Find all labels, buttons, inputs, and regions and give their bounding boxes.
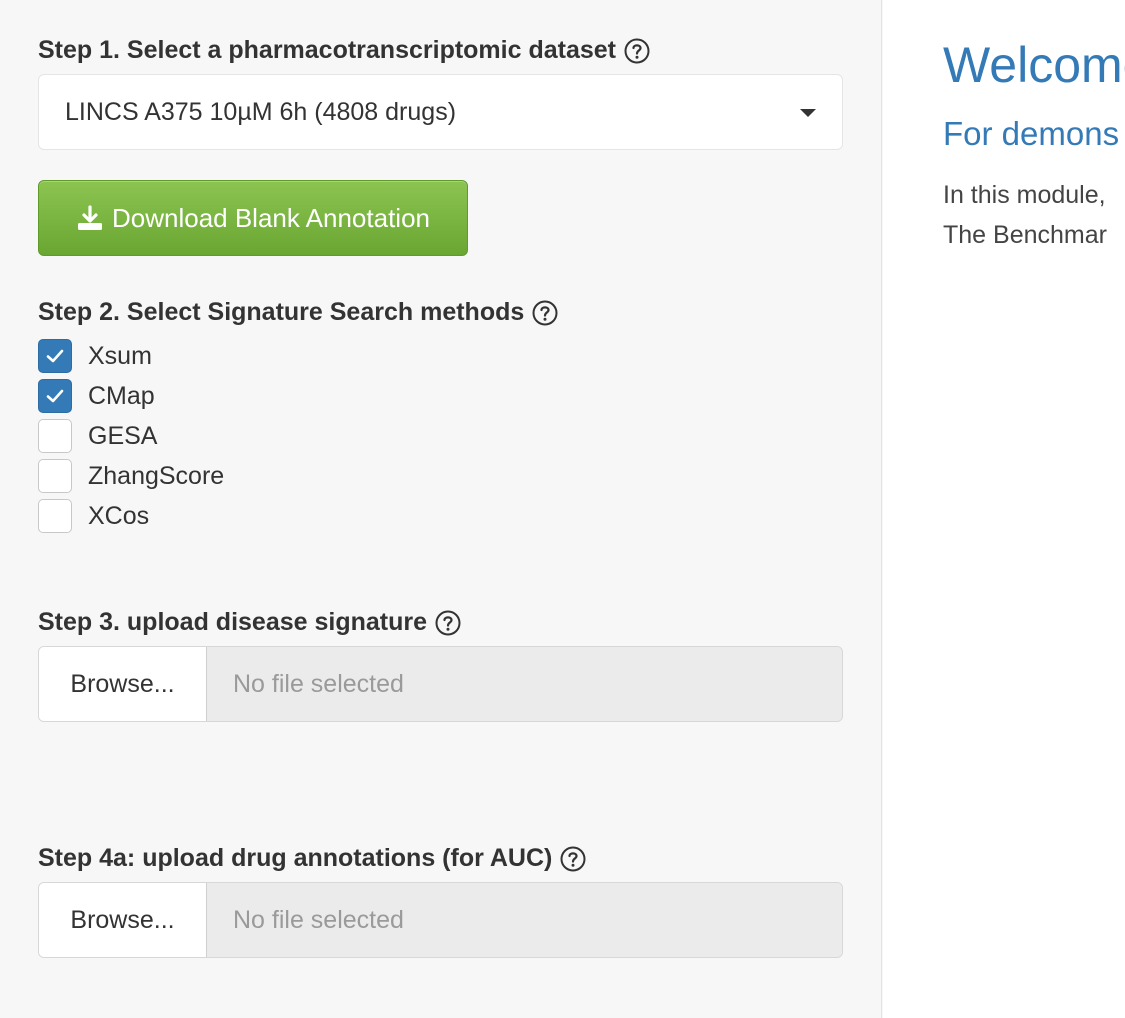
step2-label: Step 2. Select Signature Search methods <box>38 298 525 326</box>
browse-button[interactable]: Browse... <box>39 647 207 721</box>
drug-annotations-file-input: Browse... No file selected <box>38 882 843 958</box>
disease-signature-file-input: Browse... No file selected <box>38 646 843 722</box>
sidebar-panel: Step 1. Select a pharmacotranscriptomic … <box>0 0 882 1018</box>
dataset-select-value: LINCS A375 10µM 6h (4808 drugs) <box>65 97 457 126</box>
step1-label: Step 1. Select a pharmacotranscriptomic … <box>38 36 616 64</box>
step3-label: Step 3. upload disease signature <box>38 608 428 636</box>
main-panel: Welcome For demons In this module, The B… <box>883 0 1125 1018</box>
intro-text-line: The Benchmar <box>943 221 1107 249</box>
method-option-xcos[interactable]: XCos <box>38 498 149 534</box>
file-status-field: No file selected <box>207 883 842 957</box>
method-option-zhangscore[interactable]: ZhangScore <box>38 458 224 494</box>
method-option-xsum[interactable]: Xsum <box>38 338 152 374</box>
checkbox-unchecked[interactable] <box>38 419 72 453</box>
browse-button[interactable]: Browse... <box>39 883 207 957</box>
intro-text-line: In this module, <box>943 181 1106 209</box>
help-icon[interactable] <box>560 846 586 872</box>
help-icon[interactable] <box>624 38 650 64</box>
file-status-field: No file selected <box>207 647 842 721</box>
checkmark-icon <box>46 389 64 403</box>
help-icon[interactable] <box>435 610 461 636</box>
method-option-gesa[interactable]: GESA <box>38 418 157 454</box>
dataset-select[interactable]: LINCS A375 10µM 6h (4808 drugs) <box>38 74 843 150</box>
step4a-heading: Step 4a: upload drug annotations (for AU… <box>38 844 586 873</box>
welcome-title: Welcome <box>943 37 1125 93</box>
caret-down-icon <box>800 109 816 117</box>
method-label: CMap <box>88 381 155 410</box>
method-label: Xsum <box>88 341 152 370</box>
method-label: ZhangScore <box>88 461 225 490</box>
step2-heading: Step 2. Select Signature Search methods <box>38 298 558 327</box>
checkbox-unchecked[interactable] <box>38 459 72 493</box>
method-label: GESA <box>88 421 158 450</box>
checkmark-icon <box>46 349 64 363</box>
help-icon[interactable] <box>532 300 558 326</box>
step1-heading: Step 1. Select a pharmacotranscriptomic … <box>38 36 650 65</box>
download-icon <box>77 205 102 230</box>
checkbox-checked[interactable] <box>38 379 72 413</box>
method-label: XCos <box>88 501 150 530</box>
method-option-cmap[interactable]: CMap <box>38 378 155 414</box>
checkbox-unchecked[interactable] <box>38 499 72 533</box>
welcome-subtitle: For demons <box>943 115 1120 152</box>
checkbox-checked[interactable] <box>38 339 72 373</box>
download-blank-annotation-button[interactable]: Download Blank Annotation <box>38 180 468 256</box>
step3-heading: Step 3. upload disease signature <box>38 608 461 637</box>
download-button-label: Download Blank Annotation <box>111 202 430 233</box>
step4a-label: Step 4a: upload drug annotations (for AU… <box>38 844 553 872</box>
